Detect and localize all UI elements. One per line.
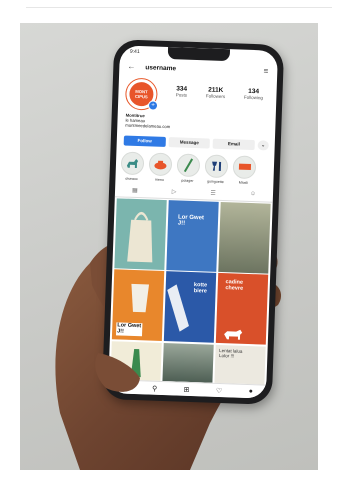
photo-background: 9:41 ← username ≡ MONT CIPUS + 334 Posts … [20,23,318,470]
top-divider [26,7,332,8]
thumb-overlay [95,353,140,392]
